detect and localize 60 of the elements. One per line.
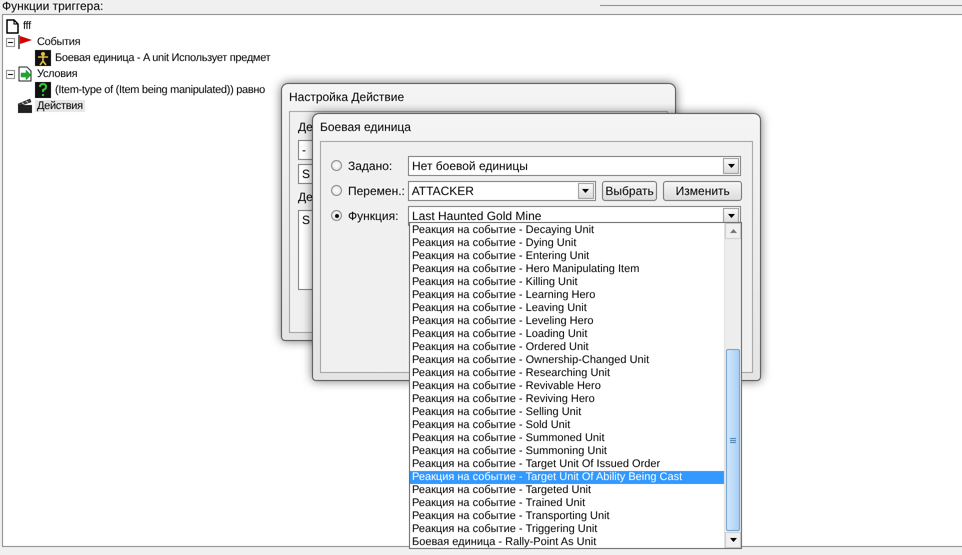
tree-item[interactable]: Боевая единица - A unit Использует предмет [53,52,272,64]
list-item[interactable]: Реакция на событие - Killing Unit [410,276,724,289]
panel-title: Функции триггера: [1,0,104,13]
list-item[interactable]: Реакция на событие - Revivable Hero [410,380,724,393]
caret-icon [728,164,734,168]
tree-item[interactable]: fff [21,20,33,32]
list-item[interactable]: Реакция на событие - Trained Unit [410,497,724,510]
list-item[interactable]: Реакция на событие - Sold Unit [410,419,724,432]
question-icon [35,82,51,98]
dialog-button[interactable]: Выбрать [602,180,658,200]
list-item[interactable]: Реакция на событие - Leveling Hero [410,315,724,328]
option-label: Перемен.: [348,184,406,198]
list-item[interactable]: Реакция на событие - Summoning Unit [410,445,724,458]
field-label: Де [298,119,313,136]
list-item[interactable]: Реакция на событие - Dying Unit [410,237,724,250]
dropdown[interactable]: ATTACKER [408,180,596,200]
list-item[interactable]: Реакция на событие - Ordered Unit [410,341,724,354]
caret-icon [730,538,736,542]
caret-icon [730,229,736,233]
list-item[interactable]: Реакция на событие - Summoned Unit [410,432,724,445]
list-item[interactable]: Реакция на событие - Target Unit Of Issued Order [410,458,724,471]
list-item[interactable]: Реакция на событие - Researching Unit [410,367,724,380]
caret-icon [582,188,590,192]
list-item[interactable]: Реакция на событие - Hero Manipulating Item [410,263,724,276]
radio-button[interactable] [331,210,342,221]
window-title: Настройка Действие [289,89,406,106]
list-item[interactable]: Реакция на событие - Reviving Hero [410,393,724,406]
list-item[interactable]: Боевая единица - Rally-Point As Unit [410,536,724,549]
list-item[interactable]: Реакция на событие - Entering Unit [410,250,724,263]
document-icon [6,18,19,34]
list-item[interactable]: Реакция на событие - Transporting Unit [410,510,724,523]
field-label: Де [298,189,313,206]
option-label: Задано: [348,158,394,172]
list-item[interactable]: Реакция на событие - Targeted Unit [410,484,724,497]
option-label: Функция: [348,208,400,222]
scroll-thumb[interactable] [726,349,740,531]
list-item[interactable]: Реакция на событие - Ownership-Changed Unit [410,354,724,367]
flag-icon [17,34,33,50]
document-arrow-icon [17,66,33,82]
figure-icon [35,50,51,66]
dropdown[interactable]: Нет боевой единицы [408,156,741,176]
tree-item[interactable]: (Item-type of (Item being manipulated)) равно [53,84,267,96]
list-item[interactable]: Реакция на событие - Learning Hero [410,289,724,302]
dialog-button[interactable]: Изменить [663,180,742,200]
list-item[interactable]: Реакция на событие - Loading Unit [410,328,724,341]
list-item[interactable]: Реакция на событие - Triggering Unit [410,523,724,536]
tree-item[interactable]: События [35,36,82,48]
radio-button[interactable] [331,160,342,171]
collapse-icon[interactable] [6,70,15,78]
scrollbar[interactable] [724,223,741,548]
clapperboard-icon [17,98,33,114]
list-item[interactable]: Реакция на событие - Leaving Unit [410,302,724,315]
collapse-icon[interactable] [6,38,15,46]
radio-button[interactable] [331,185,342,196]
list-item[interactable]: Реакция на событие - Decaying Unit [410,224,724,237]
caret-icon [728,214,734,218]
tree-item[interactable]: Действия [35,100,85,112]
window-title: Боевая единица [320,119,412,136]
tree-item[interactable]: Условия [35,68,80,80]
list-item[interactable]: Реакция на событие - Selling Unit [410,406,724,419]
